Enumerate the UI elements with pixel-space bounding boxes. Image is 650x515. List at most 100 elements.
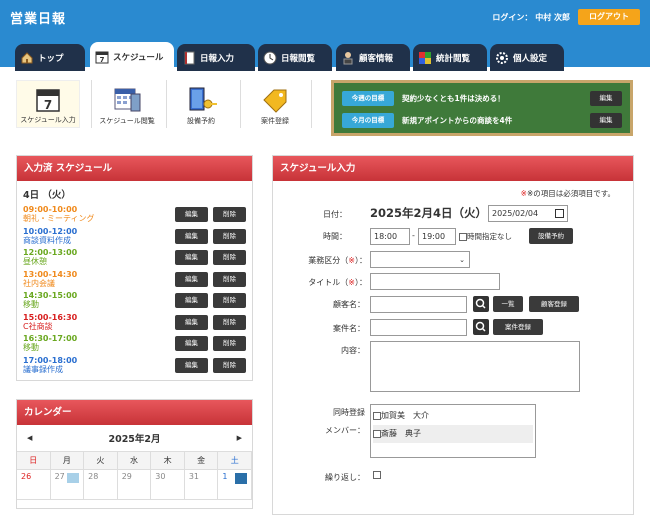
gear-icon [496, 51, 508, 64]
calendar-icon: 7 [95, 51, 109, 64]
repeat-checkbox[interactable] [373, 471, 381, 479]
weekday-sun: 日 [17, 452, 51, 470]
schedule-delete-button[interactable]: 削除 [213, 271, 246, 287]
goal-edit-button[interactable]: 編集 [590, 90, 622, 106]
time-end-input[interactable]: 19:00 [418, 228, 456, 245]
project-register-button[interactable]: 案件登録 [493, 319, 543, 335]
tab-report-view[interactable]: 日報閲覧 [258, 44, 332, 71]
main-tabs: トップ 7 スケジュール 日報入力 日報閲覧 顧客情報 統計閲覧 個人設定 [0, 34, 650, 71]
customer-input[interactable] [370, 296, 467, 313]
calendar-day[interactable]: 31 [184, 470, 219, 500]
schedule-item: 14:30-15:00 移動 [23, 291, 77, 309]
title-label: タイトル（※）： [308, 278, 367, 287]
schedule-text: 朝礼・ミーティング [23, 214, 95, 223]
tab-label: 個人設定 [513, 53, 548, 64]
calendar-month: 2025年2月 [108, 434, 161, 445]
schedule-view-button[interactable]: スケジュール閲覧 [94, 80, 160, 128]
time-start-input[interactable]: 18:00 [370, 228, 410, 245]
logout-button[interactable]: ログアウト [578, 9, 640, 25]
tab-label: 統計閲覧 [436, 53, 471, 64]
button-label: 案件登録 [261, 117, 289, 125]
schedule-edit-button[interactable]: 編集 [175, 207, 208, 222]
no-time-checkbox[interactable]: 時間指定なし [459, 231, 512, 242]
schedule-delete-button[interactable]: 削除 [213, 250, 246, 265]
entered-schedule-panel: 入力済 スケジュール 4日 （火） 09:00-10:00 朝礼・ミーティング 編集… [16, 155, 253, 381]
goal-label: 今週の目標 [342, 90, 394, 106]
project-register-nav-button[interactable]: 案件登録 [242, 80, 308, 128]
schedule-delete-button[interactable]: 削除 [213, 293, 246, 308]
goal-edit-button[interactable]: 編集 [590, 112, 622, 128]
tab-label: スケジュール [113, 52, 164, 63]
calendar-picker-icon[interactable] [555, 209, 564, 218]
schedule-edit-button[interactable]: 編集 [175, 336, 208, 351]
schedule-delete-button[interactable]: 削除 [213, 357, 246, 373]
schedule-edit-button[interactable]: 編集 [175, 293, 208, 308]
project-input[interactable] [370, 319, 467, 336]
schedule-edit-button[interactable]: 編集 [175, 271, 208, 287]
schedule-item: 13:00-14:30 社内会議 [23, 270, 77, 288]
schedule-delete-button[interactable]: 削除 [213, 314, 246, 330]
svg-text:7: 7 [44, 98, 52, 112]
tab-report-input[interactable]: 日報入力 [177, 44, 255, 71]
schedule-edit-button[interactable]: 編集 [175, 250, 208, 265]
customer-register-button[interactable]: 顧客登録 [529, 296, 579, 312]
calendar-book-icon [114, 88, 141, 112]
schedule-item: 15:00-16:30 C社商談 [23, 313, 77, 331]
clock-icon [263, 51, 277, 64]
next-month-button[interactable]: ▶ [237, 434, 242, 442]
tab-statistics[interactable]: 統計閲覧 [413, 44, 487, 71]
title-input[interactable] [370, 273, 500, 290]
tab-label: 日報閲覧 [281, 53, 316, 64]
svg-text:7: 7 [100, 56, 105, 64]
schedule-delete-button[interactable]: 削除 [213, 207, 246, 222]
date-input[interactable]: 2025/02/04 [488, 205, 568, 222]
members-label-line1: 同時登録 [333, 408, 365, 417]
member-item[interactable]: 斎藤 典子 [373, 425, 533, 443]
schedule-delete-button[interactable]: 削除 [213, 336, 246, 351]
tab-customer[interactable]: 顧客情報 [336, 44, 410, 71]
report-icon [67, 473, 80, 483]
calendar-day[interactable]: 27 [50, 470, 85, 500]
prev-month-button[interactable]: ◀ [27, 434, 32, 442]
schedule-edit-button[interactable]: 編集 [175, 314, 208, 330]
schedule-edit-button[interactable]: 編集 [175, 228, 208, 244]
panel-title: 入力済 スケジュール [17, 156, 252, 181]
category-select[interactable]: ⌄ [370, 251, 470, 268]
schedule-item: 09:00-10:00 朝礼・ミーティング [23, 205, 95, 223]
schedule-edit-button[interactable]: 編集 [175, 357, 208, 373]
member-item[interactable]: 加賀美 大介 [373, 407, 533, 425]
app-title: 営業日報 [10, 11, 67, 27]
calendar-day[interactable]: 26 [17, 470, 51, 500]
project-search-icon[interactable] [473, 319, 489, 335]
blocks-icon [419, 51, 431, 64]
calendar-day[interactable]: 28 [84, 470, 118, 500]
equipment-reserve-button[interactable]: 設備予約 [529, 228, 573, 244]
customer-list-button[interactable]: 一覧 [493, 296, 523, 312]
schedule-time: 13:00-14:30 [23, 269, 78, 279]
tab-schedule[interactable]: 7 スケジュール [90, 42, 174, 71]
weekday: 水 [117, 452, 152, 470]
calendar-day[interactable]: 29 [117, 470, 152, 500]
weekday: 木 [151, 452, 185, 470]
schedule-item: 17:00-18:00 議事録作成 [23, 356, 77, 374]
schedule-text: 議事録作成 [23, 364, 63, 374]
tab-label: 顧客情報 [359, 53, 394, 64]
content-textarea[interactable] [370, 341, 580, 392]
separator [240, 80, 241, 128]
calendar-day[interactable]: 30 [151, 470, 185, 500]
schedule-input-button[interactable]: 7 スケジュール入力 [16, 80, 80, 128]
calendar-day[interactable]: 1 [218, 470, 252, 500]
tab-settings[interactable]: 個人設定 [490, 44, 564, 71]
chart-icon [235, 473, 247, 484]
time-separator: - [412, 231, 415, 240]
panel-title: カレンダー [17, 400, 252, 425]
goals-board: 今週の目標 契約少なくとも1件は決める！ 編集 今月の目標 新規アポイントからの… [331, 80, 633, 136]
calendar-days: 26 27 28 29 30 31 1 [17, 470, 252, 500]
calendar-nav: ◀ 2025年2月 ▶ [17, 425, 252, 452]
tab-top[interactable]: トップ [15, 44, 85, 71]
schedule-delete-button[interactable]: 削除 [213, 228, 246, 244]
customer-search-icon[interactable] [473, 296, 489, 312]
schedule-time: 15:00-16:30 [23, 312, 78, 322]
equipment-reservation-button[interactable]: 設備予約 [168, 80, 234, 128]
schedule-text: 移動 [23, 300, 39, 309]
